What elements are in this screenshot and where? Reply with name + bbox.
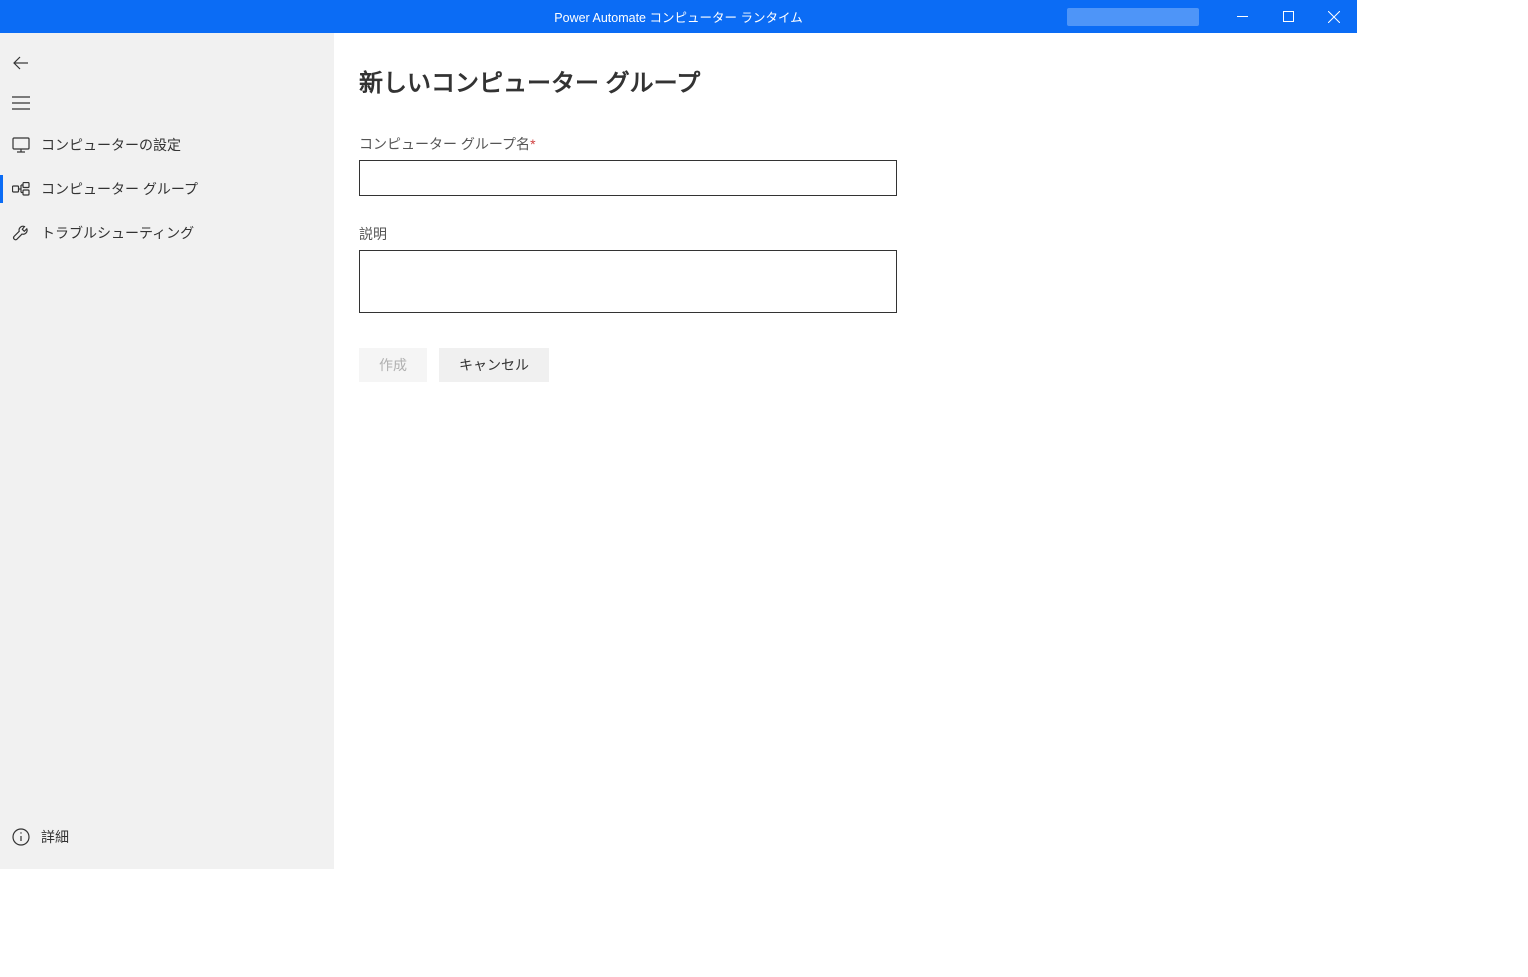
sidebar-item-label: コンピューター グループ (41, 179, 198, 199)
hamburger-menu-button[interactable] (0, 83, 333, 123)
hamburger-icon (11, 93, 31, 113)
group-name-input[interactable] (359, 160, 897, 196)
create-button[interactable]: 作成 (359, 348, 427, 382)
button-row: 作成 キャンセル (359, 348, 1357, 382)
back-button[interactable] (0, 43, 333, 83)
title-bar: Power Automate コンピューター ランタイム (0, 0, 1357, 33)
group-icon (11, 179, 31, 199)
info-icon (11, 827, 31, 847)
user-account-region[interactable] (1067, 8, 1199, 26)
maximize-button[interactable] (1265, 0, 1311, 33)
description-label: 説明 (359, 224, 1357, 244)
sidebar-item-machine-groups[interactable]: コンピューター グループ (0, 167, 333, 211)
sidebar-item-details[interactable]: 詳細 (0, 815, 333, 859)
sidebar: コンピューターの設定 コンピューター グループ トラブルシューティング (0, 33, 334, 869)
group-name-label: コンピューター グループ名* (359, 134, 1357, 154)
close-button[interactable] (1311, 0, 1357, 33)
sidebar-item-label: コンピューターの設定 (41, 135, 181, 155)
cancel-button[interactable]: キャンセル (439, 348, 549, 382)
description-input[interactable] (359, 250, 897, 313)
wrench-icon (11, 223, 31, 243)
body: コンピューターの設定 コンピューター グループ トラブルシューティング (0, 33, 1357, 869)
sidebar-item-label: トラブルシューティング (41, 223, 194, 243)
required-mark: * (530, 136, 535, 152)
window-title: Power Automate コンピューター ランタイム (554, 7, 802, 26)
main-content: 新しいコンピューター グループ コンピューター グループ名* 説明 作成 キャン… (334, 33, 1357, 869)
sidebar-item-label: 詳細 (41, 827, 69, 847)
sidebar-item-machine-settings[interactable]: コンピューターの設定 (0, 123, 333, 167)
minimize-button[interactable] (1219, 0, 1265, 33)
arrow-left-icon (11, 53, 31, 73)
titlebar-controls (1067, 0, 1357, 33)
sidebar-item-troubleshooting[interactable]: トラブルシューティング (0, 211, 333, 255)
monitor-icon (11, 135, 31, 155)
page-title: 新しいコンピューター グループ (359, 63, 1357, 98)
